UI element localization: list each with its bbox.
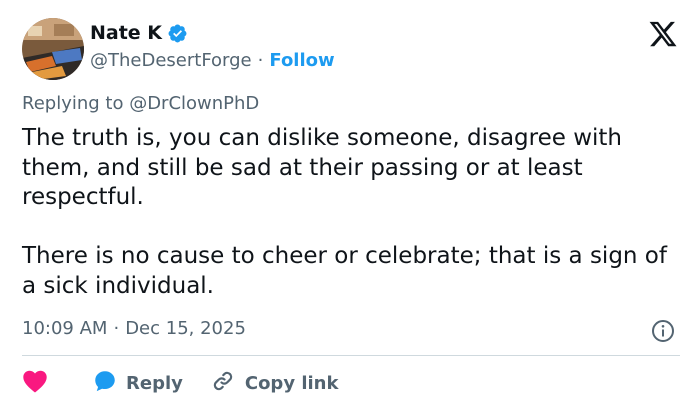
info-icon[interactable] xyxy=(651,319,675,343)
avatar[interactable] xyxy=(22,18,84,80)
x-logo-icon[interactable] xyxy=(648,19,678,49)
tweet-paragraph: There is no cause to cheer or celebrate;… xyxy=(22,243,667,299)
tweet-actions: Reply Copy link xyxy=(22,368,338,398)
tweet-card: Nate K @TheDesertForge · Follow Replying… xyxy=(0,0,700,410)
divider xyxy=(22,355,680,356)
author-handle[interactable]: @TheDesertForge xyxy=(90,50,252,71)
tweet-timestamp[interactable]: 10:09 AM · Dec 15, 2025 xyxy=(22,318,246,339)
verified-badge-icon xyxy=(167,23,188,44)
replying-to: Replying to @DrClownPhD xyxy=(22,93,260,114)
tweet-paragraph: The truth is, you can dislike someone, d… xyxy=(22,125,623,210)
tweet-time: 10:09 AM xyxy=(22,318,108,339)
separator-dot: · xyxy=(257,49,264,71)
tweet-text: The truth is, you can dislike someone, d… xyxy=(22,124,682,301)
copy-link-button[interactable]: Copy link xyxy=(211,369,339,398)
copy-link-label: Copy link xyxy=(244,372,339,394)
heart-icon xyxy=(22,369,48,398)
author-name-row: Nate K xyxy=(90,20,188,46)
author-handle-row: @TheDesertForge · Follow xyxy=(90,48,335,72)
author-name[interactable]: Nate K xyxy=(90,22,162,44)
reply-button[interactable]: Reply xyxy=(92,369,183,398)
link-icon xyxy=(211,369,235,398)
separator-dot: · xyxy=(113,318,120,339)
tweet-date: Dec 15, 2025 xyxy=(125,318,246,339)
reply-bubble-icon xyxy=(92,369,118,398)
like-button[interactable] xyxy=(22,369,52,398)
follow-button[interactable]: Follow xyxy=(269,50,334,71)
reply-label: Reply xyxy=(126,372,183,394)
